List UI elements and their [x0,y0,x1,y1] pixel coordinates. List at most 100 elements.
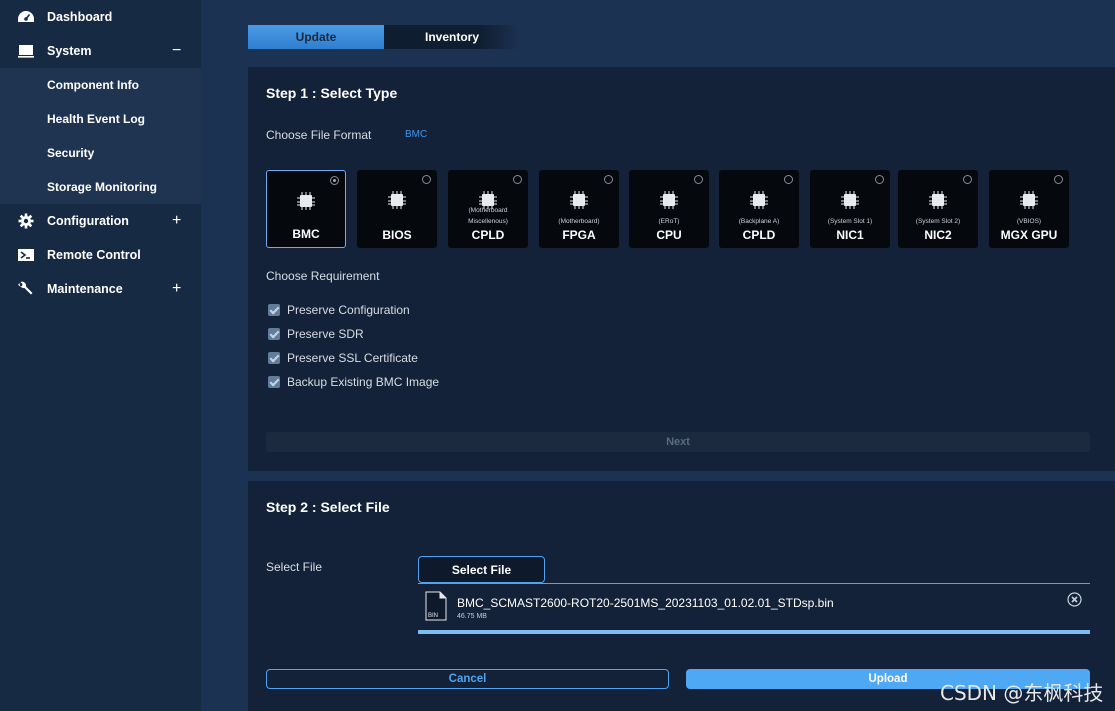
file-type-card[interactable]: (Motherboard Miscellenous) CPLD [448,170,528,248]
sidebar-item-label: Remote Control [47,248,141,262]
checkbox-checked-icon [268,376,280,388]
chip-icon [570,191,588,209]
card-name: BMC [292,227,320,241]
backup-bmc-image-checkbox[interactable]: Backup Existing BMC Image [268,375,439,389]
checkbox-checked-icon [268,304,280,316]
card-subtitle: Miscellenous) [468,218,508,225]
radio-icon[interactable] [422,175,431,184]
wrench-icon [17,281,35,297]
file-type-text: BIN [428,613,438,619]
upload-progress-bar [418,630,1090,634]
preserve-sdr-checkbox[interactable]: Preserve SDR [268,327,364,341]
card-name: NIC2 [924,228,952,242]
tab-update[interactable]: Update [248,25,384,49]
chip-icon [841,191,859,209]
sidebar-item-configuration[interactable]: Configuration + [0,204,201,238]
card-name: MGX GPU [1000,228,1058,242]
step2-title: Step 2 : Select File [266,499,390,515]
radio-icon[interactable] [963,175,972,184]
file-format-value: BMC [405,129,428,140]
step1-title: Step 1 : Select Type [266,85,398,101]
file-type-card[interactable]: (ERoT) CPU [629,170,709,248]
tab-bar: Update Inventory [248,25,520,49]
file-format-label: Choose File Format [266,128,372,142]
card-name: CPLD [742,228,776,242]
checkbox-label: Preserve Configuration [287,303,410,317]
sidebar-item-label: Dashboard [47,10,113,24]
sidebar-item-label: Maintenance [47,282,123,296]
sidebar-subitem-storage-monitoring[interactable]: Storage Monitoring [0,170,201,204]
card-subtitle: (Motherboard [468,207,508,214]
card-name: CPLD [471,228,505,242]
expand-icon[interactable]: + [172,280,181,298]
chip-icon [297,192,315,210]
chip-icon [1020,191,1038,209]
chip-icon [750,191,768,209]
sidebar-subitem-label: Component Info [47,78,139,92]
file-type-card[interactable]: (Motherboard) FPGA [539,170,619,248]
dashboard-icon [17,9,35,25]
card-name: FPGA [562,228,596,242]
sidebar-item-maintenance[interactable]: Maintenance + [0,272,201,306]
radio-icon[interactable] [784,175,793,184]
file-type-card[interactable]: BMC [266,170,346,248]
preserve-ssl-certificate-checkbox[interactable]: Preserve SSL Certificate [268,351,418,365]
checkbox-checked-icon [268,352,280,364]
next-button[interactable]: Next [266,432,1090,452]
card-subtitle: (VBIOS) [1016,218,1042,225]
radio-icon[interactable] [694,175,703,184]
sidebar-item-dashboard[interactable]: Dashboard [0,0,201,34]
select-file-button[interactable]: Select File [418,556,545,583]
file-type-card[interactable]: (Backplane A) CPLD [719,170,799,248]
card-subtitle: (ERoT) [658,218,680,225]
checkbox-label: Preserve SDR [287,327,364,341]
expand-icon[interactable]: + [172,212,181,230]
checkbox-checked-icon [268,328,280,340]
card-subtitle: (Backplane A) [738,218,780,225]
file-size: 46.75 MB [457,613,487,620]
file-type-card[interactable]: (VBIOS) MGX GPU [989,170,1069,248]
gear-icon [17,213,35,229]
sidebar: Dashboard System − Component Info Health… [0,0,201,711]
sidebar-subitem-health-event-log[interactable]: Health Event Log [0,102,201,136]
sidebar-subitem-label: Security [47,146,95,160]
file-type-card[interactable]: BIOS [357,170,437,248]
sidebar-item-system[interactable]: System − [0,34,201,68]
step1-panel: Step 1 : Select Type Choose File Format … [248,67,1115,471]
collapse-icon[interactable]: − [172,42,181,60]
chip-icon [388,191,406,209]
monitor-icon [17,43,35,59]
card-name: CPU [656,228,682,242]
card-subtitle: (System Slot 2) [915,218,961,225]
card-subtitle: (Motherboard) [558,218,600,225]
preserve-configuration-checkbox[interactable]: Preserve Configuration [268,303,410,317]
chip-icon [660,191,678,209]
file-name: BMC_SCMAST2600-ROT20-2501MS_20231103_01.… [457,596,834,610]
checkbox-label: Backup Existing BMC Image [287,375,440,389]
file-type-card[interactable]: (System Slot 1) NIC1 [810,170,890,248]
card-name: NIC1 [836,228,864,242]
cancel-button[interactable]: Cancel [266,669,669,689]
sidebar-item-remote-control[interactable]: Remote Control [0,238,201,272]
sidebar-subitem-label: Health Event Log [47,112,146,126]
divider [418,583,1090,584]
requirement-label: Choose Requirement [266,269,380,283]
radio-icon[interactable] [1054,175,1063,184]
chip-icon [929,191,947,209]
card-name: BIOS [382,228,412,242]
radio-icon[interactable] [875,175,884,184]
sidebar-subitem-security[interactable]: Security [0,136,201,170]
sidebar-subitem-component-info[interactable]: Component Info [0,68,201,102]
watermark: CSDN @东枫科技 [940,681,1104,705]
remove-file-icon[interactable] [1067,592,1082,607]
terminal-icon [17,247,35,263]
radio-icon[interactable] [604,175,613,184]
bin-file-icon: BIN [425,591,447,621]
tab-inventory[interactable]: Inventory [384,25,520,49]
file-type-card[interactable]: (System Slot 2) NIC2 [898,170,978,248]
select-file-label: Select File [266,560,323,574]
checkbox-label: Preserve SSL Certificate [287,351,418,365]
radio-icon[interactable] [330,176,339,185]
radio-icon[interactable] [513,175,522,184]
sidebar-subitem-label: Storage Monitoring [47,180,157,194]
